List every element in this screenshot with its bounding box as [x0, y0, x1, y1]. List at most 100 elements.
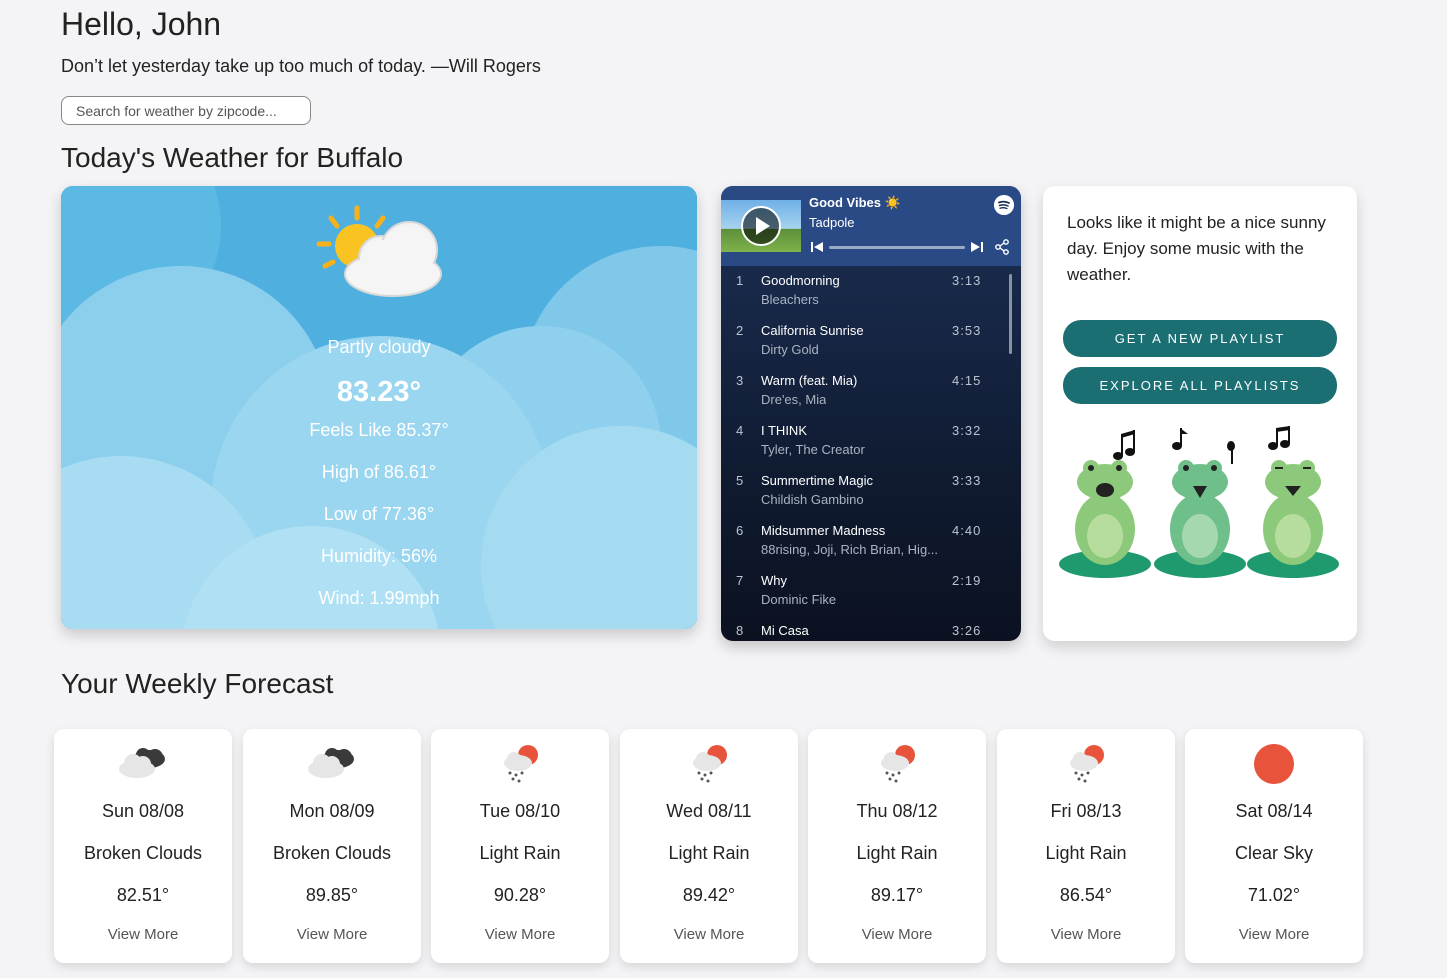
track-name: Why [761, 573, 787, 588]
track-name: Mi Casa [761, 623, 809, 638]
next-track-icon[interactable] [971, 241, 983, 253]
view-more-link[interactable]: View More [243, 926, 421, 943]
wind: Wind: 1.99mph [318, 588, 440, 608]
forecast-description: Light Rain [668, 843, 750, 863]
humidity: Humidity: 56% [320, 546, 438, 566]
forecast-temperature: 90.28° [493, 885, 547, 905]
view-more-link[interactable]: View More [997, 926, 1175, 943]
track-list[interactable]: 1 Goodmorning Bleachers 3:13 2 Californi… [721, 266, 1021, 641]
track-number: 1 [736, 273, 744, 288]
previous-track-icon[interactable] [811, 241, 823, 253]
forecast-temperature: 89.17° [870, 885, 924, 905]
forecast-description: Broken Clouds [83, 843, 203, 863]
broken-clouds-icon [119, 748, 165, 778]
forecast-date: Tue 08/10 [479, 801, 561, 821]
clear-sky-icon [1254, 744, 1294, 784]
track-row[interactable]: 7 Why Dominic Fike 2:19 [721, 566, 1021, 616]
forecast-temperature: 86.54° [1059, 885, 1113, 905]
light-rain-icon [504, 745, 538, 783]
play-button[interactable] [741, 206, 781, 246]
view-more-link[interactable]: View More [431, 926, 609, 943]
view-more-link[interactable]: View More [620, 926, 798, 943]
today-weather-title: Today's Weather for Buffalo [61, 142, 404, 173]
explore-all-playlists-button[interactable]: EXPLORE ALL PLAYLISTS [1063, 367, 1337, 404]
track-name: California Sunrise [761, 323, 864, 338]
track-number: 8 [736, 623, 744, 638]
forecast-description: Light Rain [1045, 843, 1127, 863]
forecast-card[interactable]: Tue 08/10 Light Rain 90.28° View More [431, 729, 609, 963]
track-number: 2 [736, 323, 744, 338]
track-row[interactable]: 6 Midsummer Madness 88rising, Joji, Rich… [721, 516, 1021, 566]
forecast-date: Wed 08/11 [666, 801, 752, 821]
track-row[interactable]: 1 Goodmorning Bleachers 3:13 [721, 266, 1021, 316]
forecast-card[interactable]: Mon 08/09 Broken Clouds 89.85° View More [243, 729, 421, 963]
track-artist: Bleachers [761, 292, 819, 307]
low-temp: Low of 77.36° [323, 504, 435, 524]
track-number: 3 [736, 373, 744, 388]
current-temperature: 83.23° [336, 376, 422, 408]
track-artist: Dominic Fike [761, 592, 837, 607]
forecast-description: Light Rain [479, 843, 561, 863]
forecast-description: Clear Sky [1234, 843, 1314, 863]
forecast-card[interactable]: Sun 08/08 Broken Clouds 82.51° View More [54, 729, 232, 963]
forecast-date: Sat 08/14 [1235, 801, 1313, 821]
broken-clouds-icon [308, 748, 354, 778]
get-new-playlist-button[interactable]: GET A NEW PLAYLIST [1063, 320, 1337, 357]
frog-left [1059, 460, 1151, 578]
forecast-description: Light Rain [856, 843, 938, 863]
track-duration: 3:26 [952, 623, 982, 638]
forecast-card[interactable]: Thu 08/12 Light Rain 89.17° View More [808, 729, 986, 963]
high-temp: High of 86.61° [321, 462, 437, 482]
quote: Don’t let yesterday take up too much of … [61, 56, 541, 76]
view-more-link[interactable]: View More [54, 926, 232, 943]
partly-cloudy-icon [316, 205, 442, 297]
light-rain-icon [881, 745, 915, 783]
track-row[interactable]: 3 Warm (feat. Mia) Dre'es, Mia 4:15 [721, 366, 1021, 416]
track-duration: 3:53 [952, 323, 982, 338]
forecast-card[interactable]: Fri 08/13 Light Rain 86.54° View More [997, 729, 1175, 963]
feels-like: Feels Like 85.37° [309, 420, 449, 440]
track-artist: 88rising, Joji, Rich Brian, Hig... [761, 542, 939, 557]
share-icon[interactable] [994, 239, 1010, 255]
track-row[interactable]: 4 I THINK Tyler, The Creator 3:32 [721, 416, 1021, 466]
track-row[interactable]: 2 California Sunrise Dirty Gold 3:53 [721, 316, 1021, 366]
view-more-link[interactable]: View More [1185, 926, 1363, 943]
forecast-card[interactable]: Sat 08/14 Clear Sky 71.02° View More [1185, 729, 1363, 963]
track-duration: 4:15 [952, 373, 982, 388]
now-playing-artist: Tadpole [809, 215, 855, 230]
music-note-icon [1172, 428, 1188, 450]
track-row[interactable]: 5 Summertime Magic Childish Gambino 3:33 [721, 466, 1021, 516]
forecast-card[interactable]: Wed 08/11 Light Rain 89.42° View More [620, 729, 798, 963]
music-note-icon [1227, 441, 1235, 464]
music-note-icon [1268, 426, 1290, 450]
zipcode-search-input[interactable] [61, 96, 311, 125]
music-note-icon [1113, 430, 1135, 460]
track-name: Warm (feat. Mia) [761, 373, 858, 388]
spotify-header: Good Vibes ☀️ Tadpole [721, 186, 1021, 266]
track-artist: Dirty Gold [761, 342, 819, 357]
scrollbar[interactable] [1009, 274, 1012, 354]
forecast-description: Broken Clouds [272, 843, 392, 863]
track-name: Goodmorning [761, 273, 840, 288]
progress-bar[interactable] [829, 246, 965, 249]
view-more-link[interactable]: View More [808, 926, 986, 943]
track-artist: Childish Gambino [761, 492, 864, 507]
track-row[interactable]: 8 Mi Casa 3:26 [721, 616, 1021, 641]
track-number: 4 [736, 423, 744, 438]
track-number: 6 [736, 523, 744, 538]
forecast-temperature: 89.85° [305, 885, 359, 905]
music-message: Looks like it might be a nice sunny day.… [1067, 213, 1326, 284]
greeting: Hello, John [61, 6, 222, 42]
track-duration: 2:19 [952, 573, 982, 588]
track-name: Summertime Magic [761, 473, 873, 488]
track-name: I THINK [761, 423, 807, 438]
forecast-date: Sun 08/08 [101, 801, 185, 821]
track-duration: 4:40 [952, 523, 982, 538]
track-duration: 3:13 [952, 273, 982, 288]
spotify-logo-icon[interactable] [994, 195, 1014, 215]
track-artist: Dre'es, Mia [761, 392, 827, 407]
playlist-title: Good Vibes ☀️ [809, 195, 901, 210]
frog-right [1247, 460, 1339, 578]
light-rain-icon [1070, 745, 1104, 783]
spotify-player[interactable]: Good Vibes ☀️ Tadpole 1 Goodmorning Blea… [721, 186, 1021, 641]
